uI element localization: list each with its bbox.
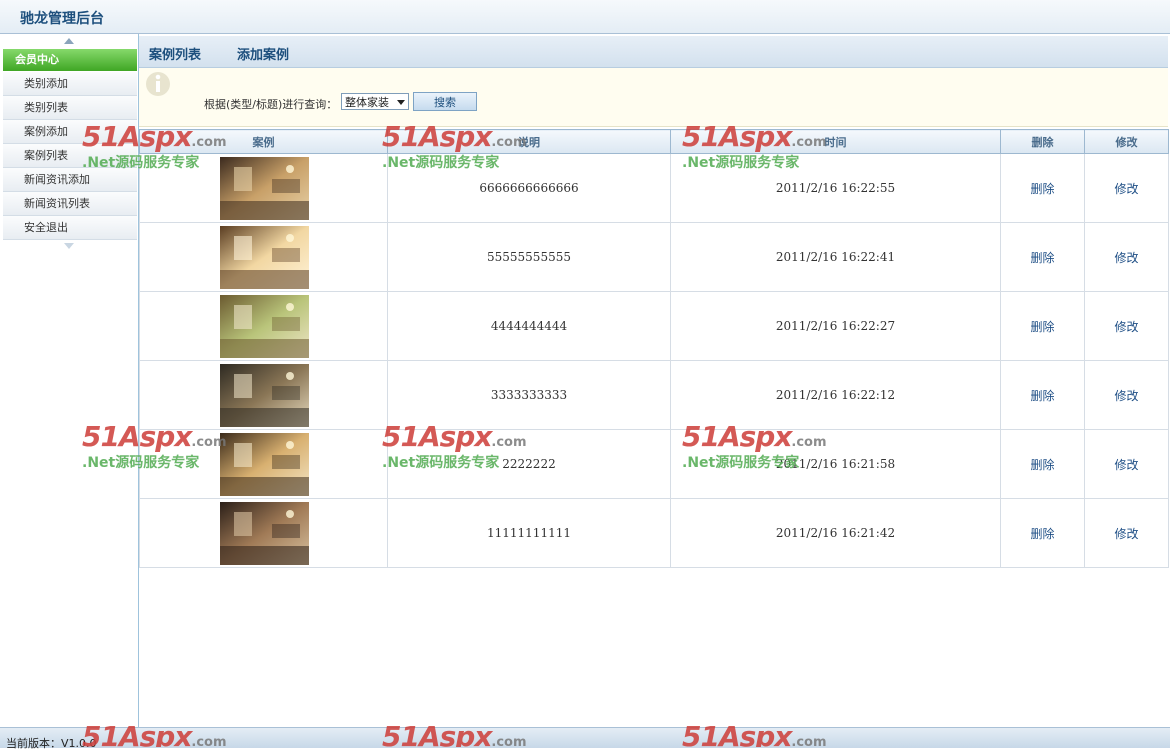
sidebar-item-news-list[interactable]: 新闻资讯列表 [3, 192, 137, 216]
case-table: 案例 说明 时间 删除 修改 6666666666666 2011/2/16 1… [139, 129, 1169, 568]
tab-add-case[interactable]: 添加案例 [237, 44, 289, 63]
scroll-down-icon[interactable] [64, 243, 74, 249]
top-header: 驰龙管理后台 [0, 0, 1170, 34]
delete-link[interactable]: 删除 [1030, 251, 1054, 265]
sidebar-item-logout[interactable]: 安全退出 [3, 216, 137, 240]
version-label: 当前版本：V1.0.0 [6, 737, 97, 750]
column-header-time: 时间 [670, 129, 1001, 154]
edit-link[interactable]: 修改 [1114, 527, 1138, 541]
case-thumbnail[interactable] [220, 225, 309, 289]
chevron-down-icon [397, 100, 405, 105]
edit-link[interactable]: 修改 [1114, 458, 1138, 472]
edit-link[interactable]: 修改 [1114, 320, 1138, 334]
delete-link[interactable]: 删除 [1030, 458, 1054, 472]
case-thumbnail[interactable] [220, 156, 309, 220]
case-time: 2011/2/16 16:22:12 [670, 360, 1001, 430]
table-row: 2222222 2011/2/16 16:21:58 删除 修改 [139, 429, 1169, 499]
sidebar-menu: 类别添加 类别列表 案例添加 案例列表 新闻资讯添加 新闻资讯列表 安全退出 [3, 72, 137, 240]
sidebar-item-category-list[interactable]: 类别列表 [3, 96, 137, 120]
delete-link[interactable]: 删除 [1030, 182, 1054, 196]
column-header-edit: 修改 [1084, 129, 1169, 154]
case-time: 2011/2/16 16:22:41 [670, 222, 1001, 292]
table-row: 55555555555 2011/2/16 16:22:41 删除 修改 [139, 222, 1169, 292]
column-header-delete: 删除 [1000, 129, 1085, 154]
tab-case-list[interactable]: 案例列表 [149, 44, 201, 63]
search-panel: 根据(类型/标题)进行查询： 整体家装 搜索 [139, 68, 1168, 127]
tabs-bar: 案例列表 添加案例 [139, 36, 1168, 68]
column-header-case: 案例 [139, 129, 388, 154]
case-description: 2222222 [387, 429, 671, 499]
search-label: 根据(类型/标题)进行查询： [204, 98, 338, 111]
case-time: 2011/2/16 16:21:58 [670, 429, 1001, 499]
type-select[interactable]: 整体家装 [341, 93, 409, 110]
search-button[interactable]: 搜索 [413, 92, 477, 111]
edit-link[interactable]: 修改 [1114, 182, 1138, 196]
edit-link[interactable]: 修改 [1114, 251, 1138, 265]
case-thumbnail[interactable] [220, 501, 309, 565]
sidebar-item-case-list[interactable]: 案例列表 [3, 144, 137, 168]
delete-link[interactable]: 删除 [1030, 320, 1054, 334]
case-time: 2011/2/16 16:21:42 [670, 498, 1001, 568]
table-row: 4444444444 2011/2/16 16:22:27 删除 修改 [139, 291, 1169, 361]
app-title: 驰龙管理后台 [20, 11, 104, 27]
case-time: 2011/2/16 16:22:55 [670, 153, 1001, 223]
case-description: 6666666666666 [387, 153, 671, 223]
table-row: 3333333333 2011/2/16 16:22:12 删除 修改 [139, 360, 1169, 430]
sidebar-item-category-add[interactable]: 类别添加 [3, 72, 137, 96]
table-row: 6666666666666 2011/2/16 16:22:55 删除 修改 [139, 153, 1169, 223]
case-description: 55555555555 [387, 222, 671, 292]
case-thumbnail[interactable] [220, 363, 309, 427]
table-row: 11111111111 2011/2/16 16:21:42 删除 修改 [139, 498, 1169, 568]
case-thumbnail[interactable] [220, 294, 309, 358]
info-icon [146, 72, 170, 96]
type-select-value: 整体家装 [345, 96, 389, 109]
case-description: 4444444444 [387, 291, 671, 361]
case-thumbnail[interactable] [220, 432, 309, 496]
sidebar-header[interactable]: 会员中心 [3, 49, 137, 71]
case-description: 11111111111 [387, 498, 671, 568]
footer: 当前版本：V1.0.0 [0, 727, 1170, 750]
sidebar-item-case-add[interactable]: 案例添加 [3, 120, 137, 144]
sidebar-item-news-add[interactable]: 新闻资讯添加 [3, 168, 137, 192]
column-header-description: 说明 [387, 129, 671, 154]
edit-link[interactable]: 修改 [1114, 389, 1138, 403]
delete-link[interactable]: 删除 [1030, 389, 1054, 403]
case-description: 3333333333 [387, 360, 671, 430]
scroll-up-icon[interactable] [64, 38, 74, 44]
sidebar: 会员中心 类别添加 类别列表 案例添加 案例列表 新闻资讯添加 新闻资讯列表 安… [0, 34, 139, 727]
case-time: 2011/2/16 16:22:27 [670, 291, 1001, 361]
table-header-row: 案例 说明 时间 删除 修改 [139, 129, 1169, 154]
delete-link[interactable]: 删除 [1030, 527, 1054, 541]
